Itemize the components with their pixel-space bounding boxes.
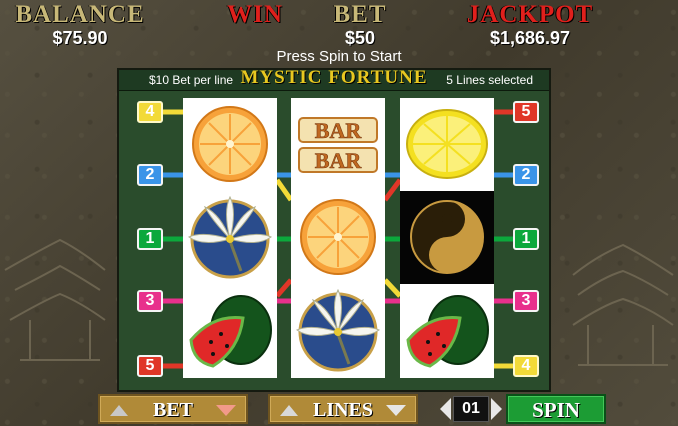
stepper-value: 01	[453, 396, 489, 422]
payline-badge-right-4[interactable]: 4	[513, 355, 539, 377]
reel-3	[400, 98, 494, 378]
stepper-right-arrow-icon[interactable]	[491, 398, 502, 420]
stepper-left-arrow-icon[interactable]	[440, 398, 451, 420]
lily-symbol	[291, 284, 385, 377]
payline-badge-right-5[interactable]: 5	[513, 101, 539, 123]
lily-symbol	[183, 191, 277, 284]
bar-text-bottom: BAR	[315, 148, 363, 173]
spin-button-label: SPIN	[532, 398, 580, 422]
watermelon-icon	[189, 295, 272, 368]
payline-badge-right-2[interactable]: 2	[513, 164, 539, 186]
lemon-symbol	[400, 98, 494, 191]
payline-5-gap-b	[383, 178, 402, 202]
lotus-lily-icon	[295, 288, 381, 372]
watermelon-symbol	[400, 284, 494, 377]
payline-badge-left-2[interactable]: 2	[137, 164, 163, 186]
bet-button[interactable]: BET	[98, 394, 248, 424]
yin-yang-symbol	[400, 191, 494, 284]
orange-symbol	[183, 98, 277, 191]
lotus-lily-icon	[187, 195, 273, 279]
orange-symbol	[291, 191, 385, 284]
payline-badge-left-3[interactable]: 3	[137, 290, 163, 312]
payline-badge-right-3[interactable]: 3	[513, 290, 539, 312]
bar-text-top: BAR	[315, 118, 363, 143]
watermelon-symbol	[183, 284, 277, 377]
reel-1	[183, 98, 277, 378]
reel-2: BAR BAR	[291, 98, 385, 378]
payline-badge-left-4[interactable]: 4	[137, 101, 163, 123]
bar-bar-symbol: BAR BAR	[291, 98, 385, 191]
orange-slice-icon	[192, 106, 268, 182]
orange-slice-icon	[300, 199, 376, 275]
payline-4-gap-a	[274, 178, 294, 202]
payline-4-gap-b	[383, 278, 402, 298]
watermelon-icon	[406, 295, 489, 368]
lines-decrease-arrow-icon[interactable]	[386, 405, 406, 416]
payline-badge-left-5[interactable]: 5	[137, 355, 163, 377]
lines-button[interactable]: LINES	[268, 394, 418, 424]
yin-yang-icon	[410, 200, 484, 274]
double-bar-icon: BAR BAR	[298, 117, 378, 173]
lines-increase-arrow-icon[interactable]	[280, 405, 298, 416]
payline-5-gap-a	[275, 278, 293, 298]
lemon-slice-icon	[406, 109, 488, 179]
quantity-stepper: 01	[440, 394, 502, 424]
payline-badge-right-1[interactable]: 1	[513, 228, 539, 250]
bet-increase-arrow-icon[interactable]	[110, 405, 128, 416]
bet-decrease-arrow-icon[interactable]	[216, 405, 236, 416]
slot-game-screen: { "header": { "balance": {"label": "BALA…	[0, 0, 678, 426]
spin-button[interactable]: SPIN	[506, 394, 606, 424]
payline-badge-left-1[interactable]: 1	[137, 228, 163, 250]
